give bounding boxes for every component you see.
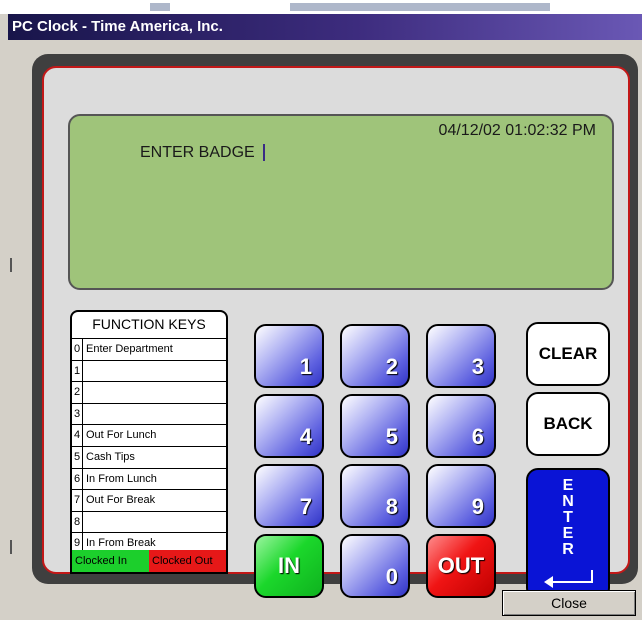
- key-7[interactable]: 7: [254, 464, 324, 528]
- key-1[interactable]: 1: [254, 324, 324, 388]
- display-datetime: 04/12/02 01:02:32 PM: [438, 122, 596, 139]
- key-4[interactable]: 4: [254, 394, 324, 458]
- out-button[interactable]: OUT: [426, 534, 496, 598]
- window-title: PC Clock - Time America, Inc.: [12, 18, 223, 35]
- clear-label: CLEAR: [538, 344, 598, 363]
- out-label: OUT: [437, 553, 485, 578]
- function-key-number: 4: [72, 425, 83, 446]
- enter-letter: T: [563, 509, 573, 526]
- function-key-label: [83, 404, 86, 425]
- back-label: BACK: [543, 414, 593, 433]
- key-label: 5: [385, 424, 398, 449]
- enter-label: E N T E R: [528, 478, 608, 558]
- function-key-label: Enter Department: [86, 343, 173, 355]
- function-key-number: 0: [72, 339, 83, 360]
- function-key-label: [83, 361, 86, 382]
- close-label: Close: [551, 595, 587, 611]
- function-key-number: 3: [72, 403, 83, 425]
- key-label: 3: [471, 354, 484, 379]
- key-label: 4: [299, 424, 312, 449]
- text-cursor: [262, 144, 265, 162]
- enter-letter: R: [562, 541, 574, 558]
- function-key-number: 2: [72, 382, 83, 403]
- back-button[interactable]: BACK: [526, 392, 610, 456]
- function-key-label: Out For Lunch: [86, 429, 157, 442]
- key-label: 6: [471, 424, 484, 449]
- function-key-row[interactable]: 6 In From Lunch: [72, 468, 226, 491]
- function-key-label: In From Lunch: [86, 472, 157, 485]
- function-key-label: Out For Break: [86, 494, 156, 507]
- clock-status-bar: Clocked In Clocked Out: [72, 550, 226, 572]
- clocked-out-indicator: Clocked Out: [149, 550, 226, 572]
- function-key-row[interactable]: 0 Enter Department: [72, 339, 226, 361]
- lcd-display: 04/12/02 01:02:32 PM ENTER BADGE: [68, 114, 614, 290]
- key-0[interactable]: 0: [340, 534, 410, 598]
- key-2[interactable]: 2: [340, 324, 410, 388]
- enter-letter: E: [562, 525, 574, 542]
- function-key-label: Cash Tips: [86, 450, 135, 463]
- function-key-number: 1: [72, 360, 83, 382]
- window-titlebar[interactable]: PC Clock - Time America, Inc.: [8, 14, 642, 40]
- key-label: 9: [471, 494, 484, 519]
- key-5[interactable]: 5: [340, 394, 410, 458]
- function-keys-header: FUNCTION KEYS: [72, 312, 226, 339]
- key-label: 0: [385, 564, 398, 589]
- key-8[interactable]: 8: [340, 464, 410, 528]
- key-label: 2: [385, 354, 398, 379]
- enter-button[interactable]: E N T E R: [526, 468, 610, 600]
- pc-clock-window: 04/12/02 01:02:32 PM ENTER BADGE FUNCTIO…: [8, 40, 642, 620]
- in-button[interactable]: IN: [254, 534, 324, 598]
- clocked-in-indicator: Clocked In: [72, 550, 149, 572]
- function-key-row[interactable]: 4 Out For Lunch: [72, 425, 226, 447]
- function-key-row[interactable]: 1: [72, 360, 226, 383]
- function-key-row[interactable]: 3: [72, 403, 226, 426]
- function-key-row[interactable]: 5 Cash Tips: [72, 446, 226, 469]
- key-label: 8: [385, 494, 398, 519]
- left-edge-mark: [10, 258, 12, 272]
- clock-panel: 04/12/02 01:02:32 PM ENTER BADGE FUNCTIO…: [42, 66, 630, 600]
- key-label: 7: [299, 494, 312, 519]
- enter-letter: N: [562, 493, 574, 510]
- function-key-row[interactable]: 8: [72, 511, 226, 534]
- enter-letter: E: [562, 477, 574, 494]
- function-key-number: 8: [72, 511, 83, 533]
- function-key-row[interactable]: 2: [72, 382, 226, 404]
- clear-button[interactable]: CLEAR: [526, 322, 610, 386]
- key-3[interactable]: 3: [426, 324, 496, 388]
- background-window-strip: [0, 0, 642, 14]
- function-key-row[interactable]: 7 Out For Break: [72, 490, 226, 512]
- function-key-number: 6: [72, 468, 83, 490]
- key-label: 1: [299, 354, 312, 379]
- function-key-number: 7: [72, 490, 83, 511]
- key-9[interactable]: 9: [426, 464, 496, 528]
- in-label: IN: [278, 553, 300, 578]
- display-prompt: ENTER BADGE: [140, 144, 265, 162]
- close-button[interactable]: Close: [502, 590, 636, 616]
- function-key-label: [83, 512, 86, 533]
- left-edge-mark: [10, 540, 12, 554]
- enter-arrow-icon: [544, 570, 593, 588]
- function-key-label: [83, 382, 86, 403]
- function-keys-table: FUNCTION KEYS 0 Enter Department 1 2 3 4O…: [70, 310, 228, 574]
- prompt-text: ENTER BADGE: [140, 144, 255, 161]
- function-key-number: 5: [72, 446, 83, 468]
- key-6[interactable]: 6: [426, 394, 496, 458]
